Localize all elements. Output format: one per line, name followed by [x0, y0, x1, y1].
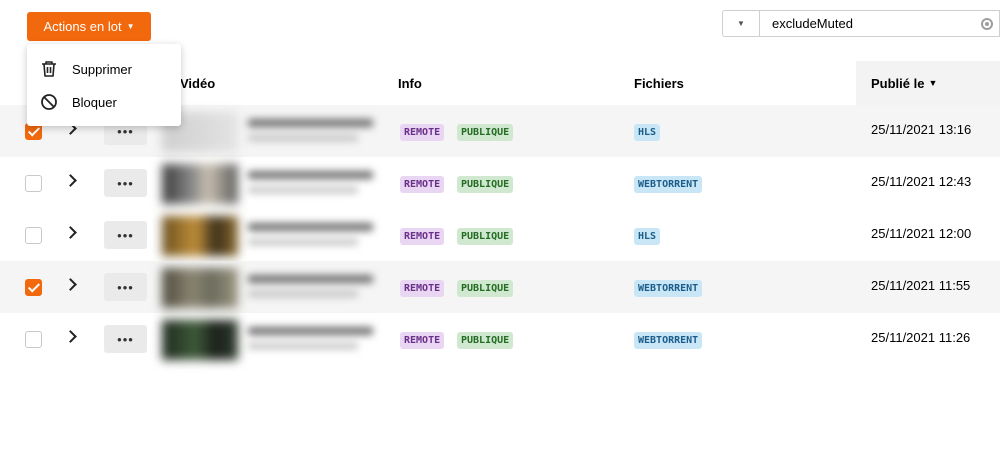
menu-item-delete[interactable]: Supprimer [27, 54, 181, 84]
block-icon [41, 94, 57, 110]
row-checkbox[interactable] [25, 331, 42, 348]
tag-remote: REMOTE [400, 228, 445, 245]
video-thumbnail[interactable] [162, 164, 238, 204]
sort-desc-icon: ▼ [928, 78, 938, 88]
tag-public: PUBLIQUE [457, 124, 514, 141]
table-row: ••• REMOTE PUBLIQUE WEBTORRENT 25/11/202… [0, 261, 1000, 313]
more-actions-button[interactable]: ••• [104, 273, 147, 301]
menu-item-block-label: Bloquer [72, 94, 117, 110]
clear-icon[interactable] [981, 18, 993, 30]
expand-row-icon[interactable] [64, 278, 77, 291]
table-row: ••• REMOTE PUBLIQUE WEBTORRENT 25/11/202… [0, 313, 1000, 365]
table-row: ••• REMOTE PUBLIQUE WEBTORRENT 25/11/202… [0, 157, 1000, 209]
tag-public: PUBLIQUE [457, 280, 514, 297]
bulk-actions-button[interactable]: Actions en lot ▼ [27, 12, 151, 41]
filter-group: ▼ excludeMuted [722, 10, 1000, 37]
published-date: 25/11/2021 12:43 [871, 174, 972, 189]
menu-item-block[interactable]: Bloquer [27, 87, 181, 117]
caret-down-icon: ▼ [126, 21, 135, 31]
video-thumbnail[interactable] [162, 320, 238, 360]
tag-files: WEBTORRENT [634, 280, 703, 297]
table-row: ••• REMOTE PUBLIQUE HLS 25/11/2021 12:00 [0, 209, 1000, 261]
video-title-blurred[interactable] [248, 119, 388, 141]
tag-public: PUBLIQUE [457, 332, 514, 349]
search-input[interactable]: excludeMuted [759, 10, 1000, 37]
tag-public: PUBLIQUE [457, 228, 514, 245]
menu-item-delete-label: Supprimer [72, 61, 132, 77]
bulk-actions-menu: Supprimer Bloquer [27, 44, 181, 126]
row-checkbox[interactable] [25, 227, 42, 244]
bulk-actions-label: Actions en lot [43, 19, 122, 34]
tag-remote: REMOTE [400, 332, 445, 349]
published-date: 25/11/2021 12:00 [871, 226, 972, 241]
tag-files: HLS [634, 228, 661, 245]
column-header-files: Fichiers [634, 75, 684, 91]
column-header-published-label: Publié le [871, 75, 925, 91]
row-checkbox[interactable] [25, 175, 42, 192]
search-input-value: excludeMuted [772, 16, 853, 31]
more-actions-button[interactable]: ••• [104, 221, 147, 249]
tag-files: WEBTORRENT [634, 332, 703, 349]
video-title-blurred[interactable] [248, 327, 388, 349]
tag-public: PUBLIQUE [457, 176, 514, 193]
caret-down-icon: ▼ [737, 19, 745, 28]
tag-remote: REMOTE [400, 176, 445, 193]
tag-files: HLS [634, 124, 661, 141]
expand-row-icon[interactable] [64, 226, 77, 239]
filter-dropdown-button[interactable]: ▼ [722, 10, 759, 37]
published-date: 25/11/2021 11:55 [871, 278, 971, 293]
row-checkbox[interactable] [25, 279, 42, 296]
published-date: 25/11/2021 11:26 [871, 330, 971, 345]
more-actions-button[interactable]: ••• [104, 325, 147, 353]
tag-remote: REMOTE [400, 280, 445, 297]
video-title-blurred[interactable] [248, 171, 388, 193]
expand-row-icon[interactable] [64, 174, 77, 187]
video-title-blurred[interactable] [248, 275, 388, 297]
column-header-video: Vidéo [180, 75, 216, 91]
more-actions-button[interactable]: ••• [104, 169, 147, 197]
published-date: 25/11/2021 13:16 [871, 122, 972, 137]
column-header-info: Info [398, 75, 422, 91]
trash-icon [42, 61, 56, 77]
video-thumbnail[interactable] [162, 216, 238, 256]
expand-row-icon[interactable] [64, 330, 77, 343]
column-header-published[interactable]: Publié le ▼ [856, 61, 1000, 105]
video-title-blurred[interactable] [248, 223, 388, 245]
tag-files: WEBTORRENT [634, 176, 703, 193]
tag-remote: REMOTE [400, 124, 445, 141]
video-thumbnail[interactable] [162, 268, 238, 308]
